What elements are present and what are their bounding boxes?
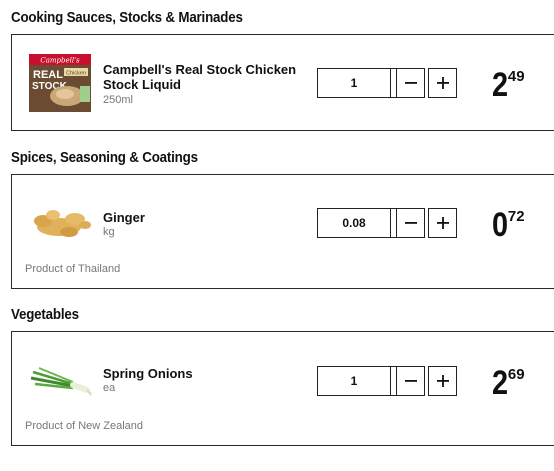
minus-icon xyxy=(404,222,417,224)
increase-quantity-button[interactable] xyxy=(428,366,457,396)
product-size: ea xyxy=(103,382,116,394)
plus-icon xyxy=(436,217,449,229)
increase-quantity-button[interactable] xyxy=(428,208,457,238)
price-cents: 49 xyxy=(507,68,525,85)
price-dollars: 2 xyxy=(492,66,509,104)
svg-text:Chicken: Chicken xyxy=(66,71,86,77)
product-origin: Product of New Zealand xyxy=(25,420,144,432)
section-title-spices: Spices, Seasoning & Coatings xyxy=(11,150,198,166)
product-price: 0 72 xyxy=(492,206,525,244)
product-name[interactable]: Ginger xyxy=(103,210,145,225)
quantity-input[interactable]: 1 xyxy=(317,366,391,396)
product-price: 2 69 xyxy=(492,364,525,402)
product-size: 250ml xyxy=(103,94,133,106)
product-card-spring-onions: Spring Onions ea Product of New Zealand … xyxy=(11,331,554,446)
price-dollars: 0 xyxy=(492,206,509,244)
product-name[interactable]: Campbell's Real Stock Chicken Stock Liqu… xyxy=(103,62,296,92)
decrease-quantity-button[interactable] xyxy=(396,68,425,98)
product-card-chicken-stock: Campbell's REAL STOCK Chicken Campbell's… xyxy=(11,34,554,131)
product-origin: Product of Thailand xyxy=(25,263,121,275)
chicken-stock-carton-image[interactable]: Campbell's REAL STOCK Chicken xyxy=(29,54,91,112)
price-cents: 72 xyxy=(507,208,525,225)
spring-onions-image[interactable] xyxy=(29,360,93,400)
section-title-vegetables: Vegetables xyxy=(11,307,79,323)
decrease-quantity-button[interactable] xyxy=(396,208,425,238)
product-price: 2 49 xyxy=(492,66,525,104)
increase-quantity-button[interactable] xyxy=(428,68,457,98)
minus-icon xyxy=(404,82,417,84)
decrease-quantity-button[interactable] xyxy=(396,366,425,396)
quantity-input[interactable]: 0.08 xyxy=(317,208,391,238)
ginger-root-image[interactable] xyxy=(29,205,93,241)
plus-icon xyxy=(436,375,449,387)
price-dollars: 2 xyxy=(492,364,509,402)
minus-icon xyxy=(404,380,417,382)
quantity-input[interactable]: 1 xyxy=(317,68,391,98)
section-title-cooking-sauces: Cooking Sauces, Stocks & Marinades xyxy=(11,10,243,26)
product-size: kg xyxy=(103,226,115,238)
svg-text:Campbell's: Campbell's xyxy=(40,57,80,65)
price-cents: 69 xyxy=(507,366,525,383)
product-card-ginger: Ginger kg Product of Thailand 0.08 kg 0 … xyxy=(11,174,554,289)
product-name[interactable]: Spring Onions xyxy=(103,366,193,381)
plus-icon xyxy=(436,77,449,89)
svg-text:REAL: REAL xyxy=(33,69,63,81)
